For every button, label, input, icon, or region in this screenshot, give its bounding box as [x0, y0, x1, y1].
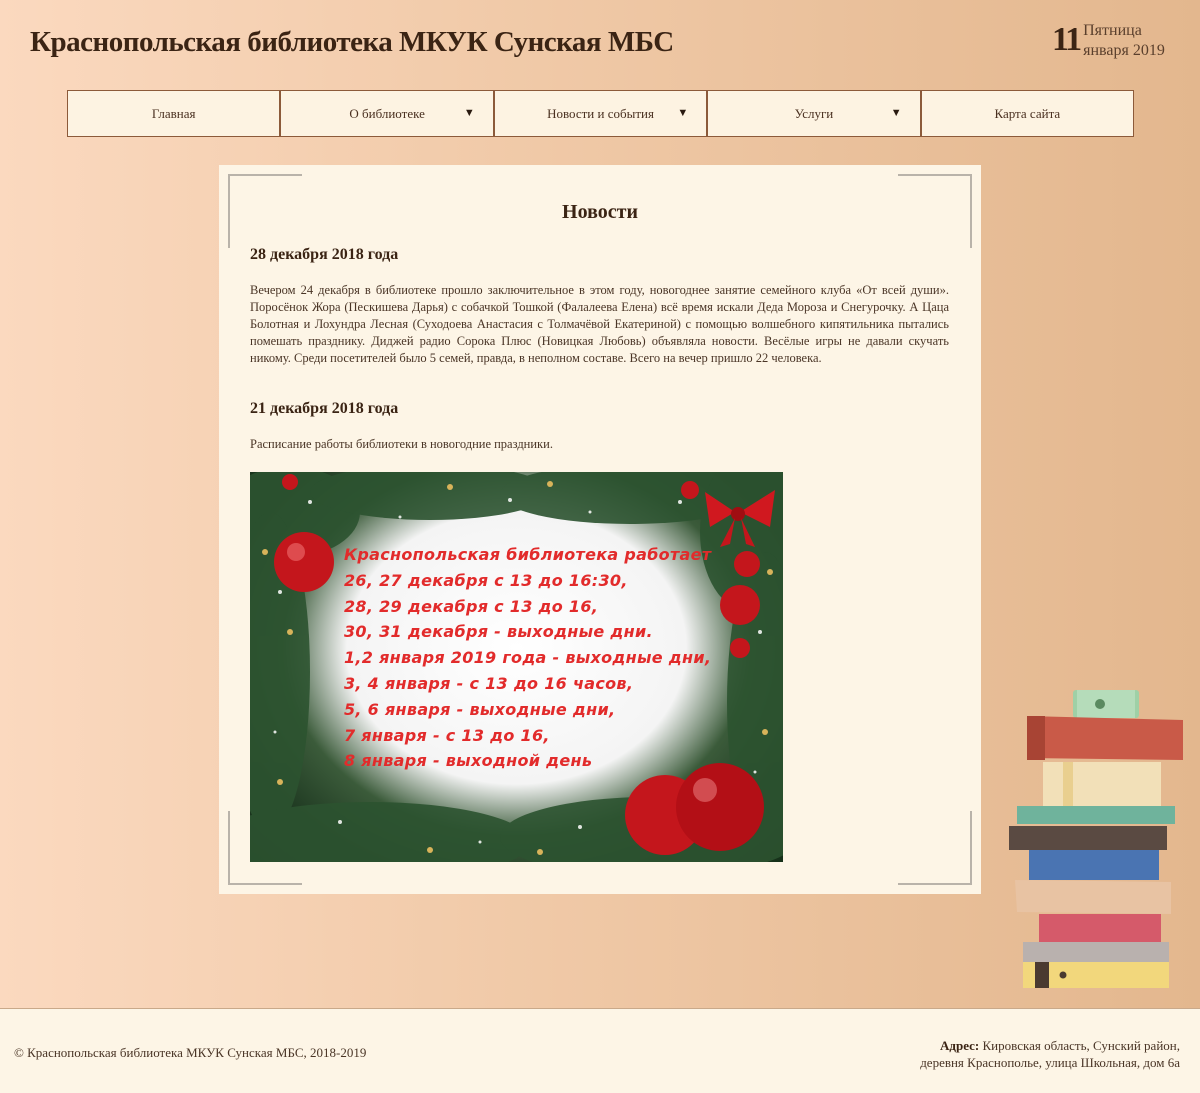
schedule-line: Краснопольская библиотека работает [344, 545, 712, 564]
schedule-line: 1,2 января 2019 года - выходные дни, [344, 648, 712, 668]
schedule-line: 7 января - с 13 до 16, [344, 725, 550, 745]
nav-item-label: Главная [151, 105, 196, 121]
nav-item-sitemap[interactable]: Карта сайта [922, 91, 1133, 136]
holiday-schedule-image[interactable]: Краснопольская библиотека работает 26, 2… [250, 472, 783, 862]
schedule-line: 26, 27 декабря с 13 до 16:30, [344, 570, 628, 590]
schedule-line: 8 января - выходной день [344, 751, 593, 771]
site-title[interactable]: Краснопольская библиотека МКУК Сунская М… [30, 26, 674, 59]
dropdown-arrow-icon[interactable]: ▼ [464, 107, 475, 119]
nav-item-label: Новости и события [547, 105, 654, 121]
news-panel: Новости 28 декабря 2018 года Вечером 24 … [219, 165, 981, 894]
address-line: Адрес: Кировская область, Сунский район, [920, 1037, 1180, 1054]
address-line-2: деревня Краснополье, улица Школьная, дом… [920, 1055, 1180, 1070]
schedule-line: 30, 31 декабря - выходные дни. [344, 622, 653, 642]
address-label: Адрес: [940, 1038, 980, 1053]
schedule-line: 5, 6 января - выходные дни, [344, 699, 616, 719]
address-block: Адрес: Кировская область, Сунский район,… [920, 1037, 1180, 1071]
site-footer: © Краснопольская библиотека МКУК Сунская… [0, 1008, 1200, 1093]
books-stack-illustration [1005, 688, 1190, 998]
nav-item-label: Услуги [794, 105, 834, 121]
current-date: 11 Пятница января 2019 [1052, 20, 1165, 60]
dropdown-arrow-icon[interactable]: ▼ [891, 107, 902, 119]
nav-item-label: Карта сайта [994, 105, 1061, 121]
news-date: 21 декабря 2018 года [250, 400, 399, 417]
nav-item-news[interactable]: Новости и события ▼ [495, 91, 709, 136]
corner-decoration [898, 811, 972, 885]
nav-item-about[interactable]: О библиотеке ▼ [281, 91, 495, 136]
nav-item-home[interactable]: Главная [68, 91, 282, 136]
date-text: Пятница января 2019 [1083, 20, 1165, 60]
main-nav: Главная О библиотеке ▼ Новости и события… [67, 90, 1134, 137]
schedule-line: 3, 4 января - с 13 до 16 часов, [344, 673, 634, 693]
date-day: 11 [1052, 21, 1082, 58]
nav-item-services[interactable]: Услуги ▼ [708, 91, 922, 136]
nav-item-label: О библиотеке [349, 105, 425, 121]
schedule-line: 28, 29 декабря с 13 до 16, [344, 596, 599, 616]
copyright-text: © Краснопольская библиотека МКУК Сунская… [14, 1045, 367, 1060]
holiday-schedule-text: Краснопольская библиотека работает 26, 2… [344, 542, 711, 774]
news-date: 28 декабря 2018 года [250, 246, 399, 263]
dropdown-arrow-icon[interactable]: ▼ [677, 107, 688, 119]
page-title: Новости [562, 201, 638, 223]
news-text: Расписание работы библиотеки в новогодни… [250, 437, 553, 451]
date-month-year: января 2019 [1083, 42, 1165, 59]
news-text: Вечером 24 декабря в библиотеке прошло з… [250, 283, 949, 365]
date-weekday: Пятница [1083, 22, 1142, 39]
address-line-1: Кировская область, Сунский район, [982, 1038, 1181, 1053]
